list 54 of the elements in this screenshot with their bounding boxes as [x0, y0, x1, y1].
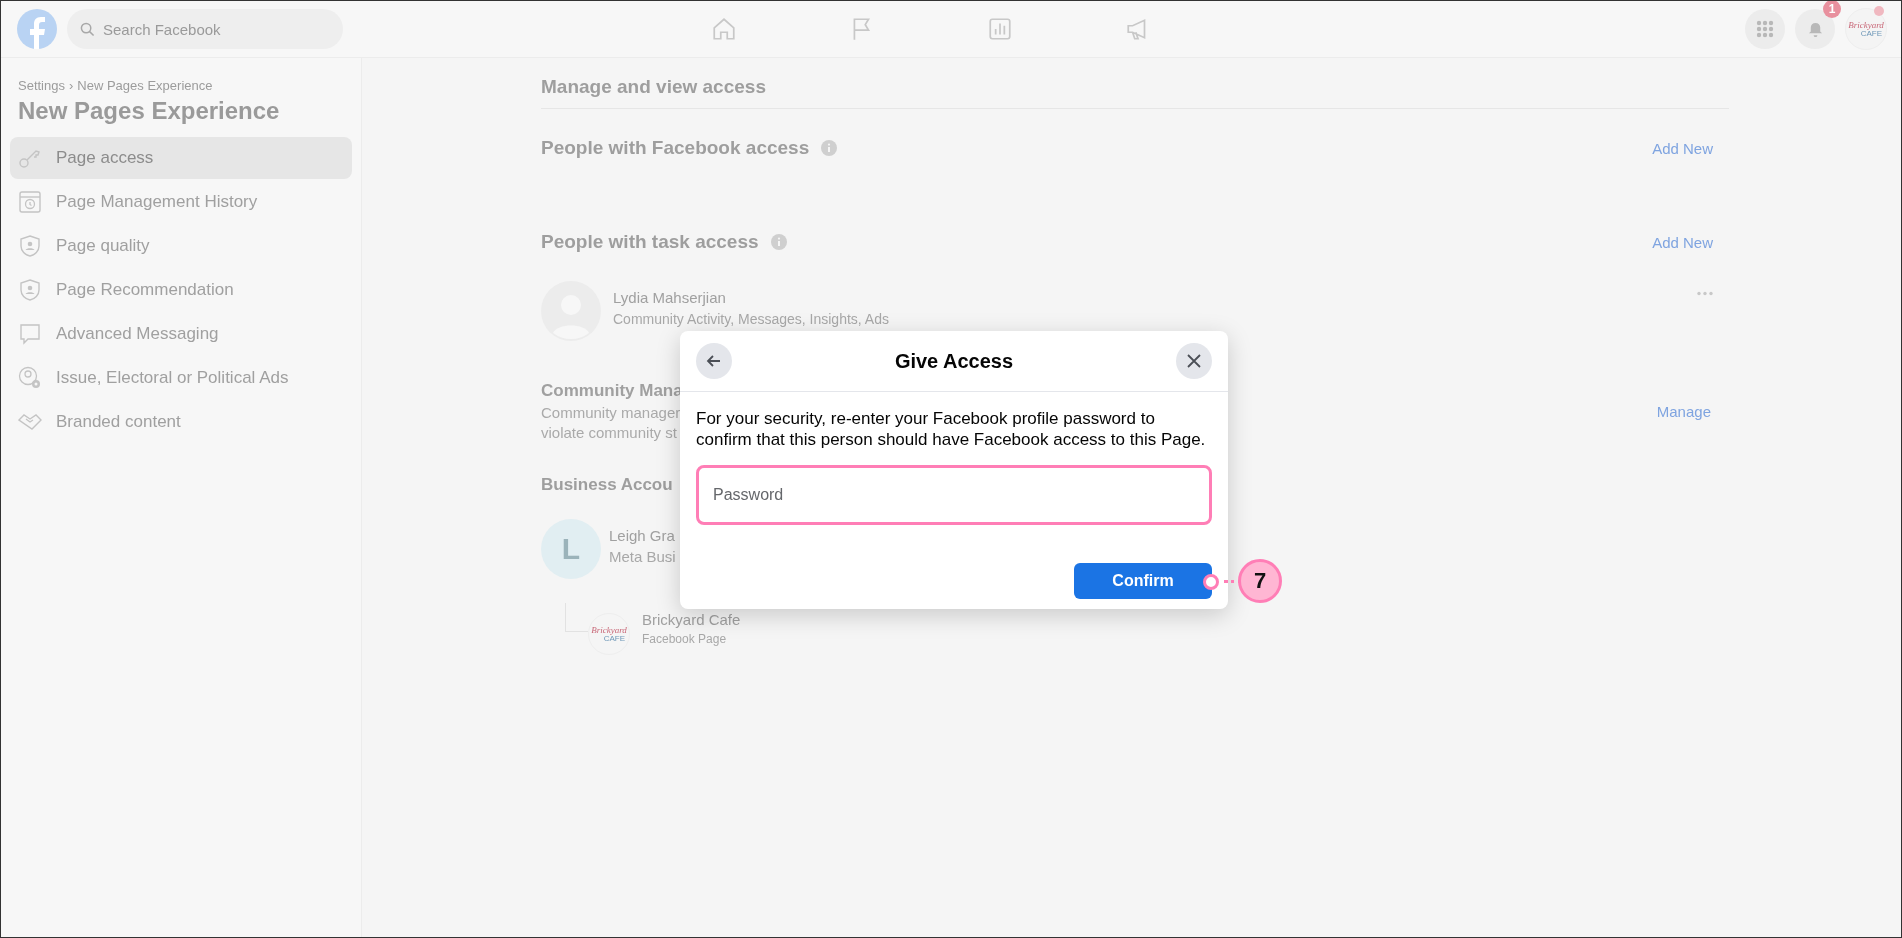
- home-icon[interactable]: [711, 16, 737, 42]
- description-text: Community manager: [541, 404, 682, 421]
- close-icon: [1186, 353, 1202, 369]
- notification-badge: 1: [1823, 1, 1841, 18]
- sidebar-item[interactable]: Page quality: [10, 225, 352, 267]
- person-gear-icon: [18, 366, 42, 390]
- page-avatar[interactable]: Brickyard CAFE: [1845, 8, 1887, 50]
- breadcrumb-separator: ›: [69, 78, 74, 93]
- shield-icon: [18, 278, 42, 302]
- info-icon[interactable]: [770, 234, 787, 250]
- info-icon[interactable]: [821, 140, 838, 156]
- status-dot: [1874, 6, 1884, 16]
- sidebar-item[interactable]: Issue, Electoral or Political Ads: [10, 357, 352, 399]
- description-text: violate community st: [541, 424, 678, 441]
- dialog-message: For your security, re-enter your Facebook profile password to confirm that this person should have Facebook access to this Page.: [696, 408, 1207, 450]
- menu-button[interactable]: [1745, 9, 1785, 49]
- account-subtitle: Meta Busi: [609, 548, 676, 565]
- back-button[interactable]: [696, 343, 732, 379]
- shield-icon: [18, 234, 42, 258]
- person-roles: Community Activity, Messages, Insights, Ads: [613, 311, 889, 327]
- confirm-button[interactable]: Confirm: [1074, 563, 1212, 599]
- page-type: Facebook Page: [642, 632, 728, 646]
- sidebar-item[interactable]: Advanced Messaging: [10, 313, 352, 355]
- sidebar-item[interactable]: Page access: [10, 137, 352, 179]
- close-button[interactable]: [1176, 343, 1212, 379]
- add-new-link[interactable]: Add New: [1652, 139, 1713, 157]
- section-title: People with Facebook access: [541, 137, 810, 159]
- section-title: Business Accou: [541, 475, 673, 495]
- breadcrumb-current: New Pages Experience: [77, 78, 213, 93]
- callout-dot: [1203, 574, 1219, 590]
- sidebar-item[interactable]: Page Management History: [10, 181, 352, 223]
- chart-icon[interactable]: [987, 16, 1013, 42]
- password-field[interactable]: Password: [696, 465, 1212, 525]
- section-title: People with task access: [541, 231, 759, 253]
- breadcrumb-link[interactable]: Settings: [18, 78, 65, 93]
- section-heading: Manage and view access: [541, 76, 767, 99]
- sidebar-title: New Pages Experience: [18, 97, 281, 125]
- manage-link[interactable]: Manage: [1656, 402, 1711, 420]
- history-icon: [18, 190, 42, 214]
- facebook-logo-icon[interactable]: [17, 9, 57, 49]
- dialog-title: Give Access: [894, 349, 1014, 373]
- grid-icon: [1756, 20, 1774, 38]
- back-arrow-icon: [706, 353, 722, 369]
- add-new-link[interactable]: Add New: [1652, 233, 1713, 251]
- more-icon[interactable]: [1697, 291, 1713, 296]
- person-name: Lydia Mahserjian: [613, 289, 727, 306]
- account-avatar: L: [541, 519, 601, 579]
- search-field[interactable]: Search Facebook: [67, 9, 343, 49]
- page-name: Brickyard Cafe: [642, 611, 741, 628]
- sidebar-item[interactable]: Branded content: [10, 401, 352, 443]
- account-name: Leigh Gra: [609, 527, 676, 544]
- chat-icon: [18, 322, 42, 346]
- sidebar-item[interactable]: Page Recommendation: [10, 269, 352, 311]
- callout-number: 7: [1238, 559, 1282, 603]
